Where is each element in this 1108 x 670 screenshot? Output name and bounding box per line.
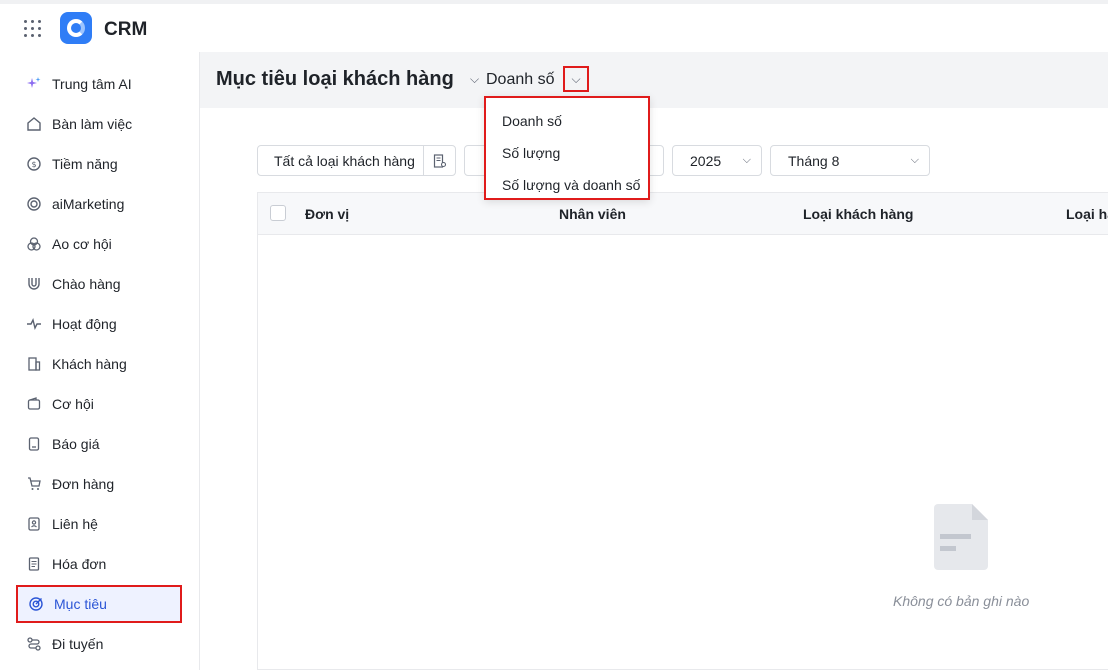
contact-icon [26,516,42,532]
sidebar-item-label: Đơn hàng [52,476,115,492]
sidebar-item-label: Ao cơ hội [52,236,112,252]
crm-logo-icon[interactable] [60,12,92,44]
empty-document-icon [934,504,988,570]
chevron-down-icon[interactable]: ⌵ [470,72,479,87]
sidebar-item-label: Mục tiêu [54,596,107,612]
sidebar-item-label: Liên hệ [52,516,98,532]
sidebar-item-hoa-don[interactable]: Hóa đơn [16,545,182,583]
metric-option-so-luong[interactable]: Số lượng [502,145,560,161]
year-select[interactable]: 2025 ⌵ [672,145,762,176]
sidebar-item-label: Khách hàng [52,356,127,372]
chevron-down-icon: ⌵ [571,71,581,86]
page-title: Mục tiêu loại khách hàng [216,68,454,90]
chevron-down-icon: ⌵ [742,154,751,166]
sidebar-item-label: Trung tâm AI [52,76,132,92]
metric-option-doanh-so[interactable]: Doanh số [502,113,562,129]
apps-grid-icon[interactable] [24,20,41,37]
quote-icon [26,436,42,452]
metric-selector-label[interactable]: Doanh số [486,71,555,89]
sidebar-item-bao-gia[interactable]: Báo giá [16,425,182,463]
cart-icon [26,476,42,492]
route-icon [26,636,42,652]
sidebar-item-label: Tiềm năng [52,156,118,172]
building-search-icon[interactable] [423,146,455,175]
sidebar-item-muc-tieu[interactable]: Mục tiêu [16,585,182,623]
sidebar-item-label: Chào hàng [52,276,121,292]
customer-type-filter[interactable]: Tất cả loại khách hàng [257,145,456,176]
empty-state-message: Không có bản ghi nào [893,593,1030,609]
sidebar-item-aimarketing[interactable]: aiMarketing [16,185,182,223]
target-dollar-icon: $ [26,156,42,172]
metric-option-so-luong-va-doanh-so[interactable]: Số lượng và doanh số [502,177,640,193]
building-icon [26,356,42,372]
app-title: CRM [104,19,148,40]
column-header-loai-ha[interactable]: Loại hà [1066,206,1108,222]
sidebar-item-label: aiMarketing [52,196,125,212]
circles-icon [26,236,42,252]
column-header-don-vi[interactable]: Đơn vị [305,206,349,222]
sidebar-item-label: Hóa đơn [52,556,107,572]
column-header-loai-khach-hang[interactable]: Loại khách hàng [803,206,913,222]
table-header: Đơn vị Nhân viên Loại khách hàng Loại hà [258,193,1108,235]
top-bar: CRM [0,0,1108,52]
sidebar-item-lien-he[interactable]: Liên hệ [16,505,182,543]
pulse-icon [26,316,42,332]
sidebar-item-chao-hang[interactable]: Chào hàng [16,265,182,303]
radar-icon [26,196,42,212]
year-select-value: 2025 [690,152,722,169]
sidebar-item-tiem-nang[interactable]: $ Tiềm năng [16,145,182,183]
customer-type-filter-label: Tất cả loại khách hàng [274,152,415,169]
sidebar-item-label: Đi tuyến [52,636,104,652]
sidebar-item-label: Bàn làm việc [52,116,133,132]
metric-dropdown-toggle[interactable]: ⌵ [563,66,589,92]
sidebar-item-ban-lam-viec[interactable]: Bàn làm việc [16,105,182,143]
sidebar-item-label: Cơ hội [52,396,94,412]
sidebar-item-label: Báo giá [52,436,100,452]
column-header-nhan-vien[interactable]: Nhân viên [559,206,626,222]
sidebar-item-trung-tam-ai[interactable]: Trung tâm AI [16,65,182,103]
sidebar-item-khach-hang[interactable]: Khách hàng [16,345,182,383]
magnet-icon [26,276,42,292]
sidebar-item-hoat-dong[interactable]: Hoạt động [16,305,182,343]
invoice-icon [26,556,42,572]
home-icon [26,116,42,132]
sidebar-item-label: Hoạt động [52,316,117,332]
sidebar-item-don-hang[interactable]: Đơn hàng [16,465,182,503]
sidebar-item-di-tuyen[interactable]: Đi tuyến [16,625,182,663]
wallet-icon [26,396,42,412]
sparkle-icon [26,76,42,92]
goal-icon [28,596,44,612]
svg-text:$: $ [31,160,36,169]
month-select-value: Tháng 8 [788,152,840,169]
select-all-checkbox[interactable] [270,205,286,221]
month-select[interactable]: Tháng 8 ⌵ [770,145,930,176]
sidebar-item-co-hoi[interactable]: Cơ hội [16,385,182,423]
metric-dropdown-menu: Doanh số Số lượng Số lượng và doanh số [484,96,650,200]
chevron-down-icon: ⌵ [910,154,919,166]
sidebar-item-ao-co-hoi[interactable]: Ao cơ hội [16,225,182,263]
